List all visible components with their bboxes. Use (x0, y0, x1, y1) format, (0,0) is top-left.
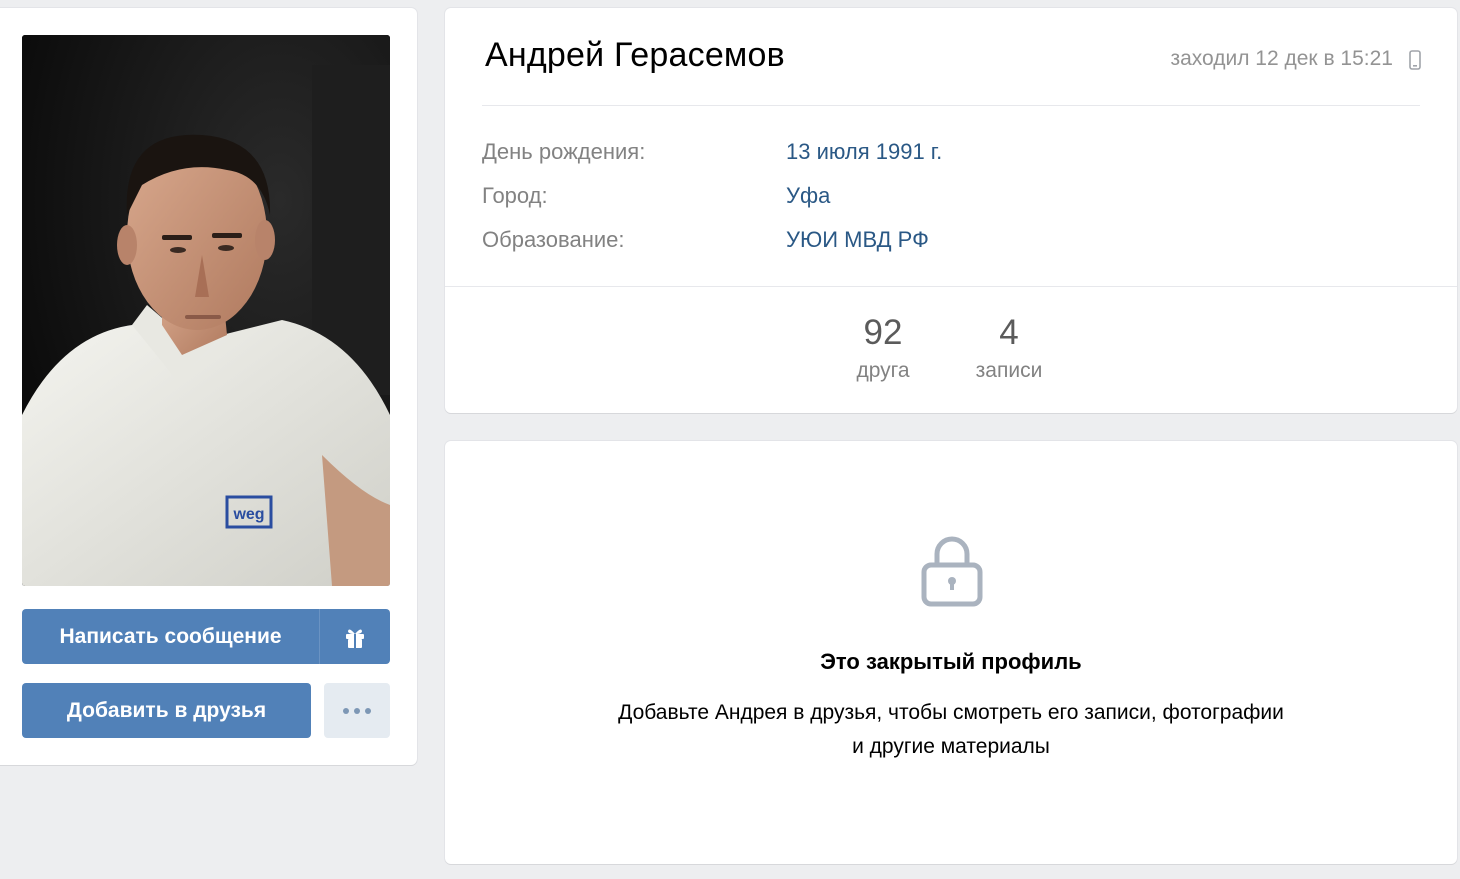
profile-info-card: Андрей Герасемов заходил 12 дек в 15:21 … (445, 8, 1457, 413)
friends-counter[interactable]: 92 друга (828, 313, 938, 383)
write-message-button[interactable]: Написать сообщение (22, 609, 319, 664)
write-message-label: Написать сообщение (59, 624, 282, 648)
closed-profile-description: Добавьте Андрея в друзья, чтобы смотреть… (618, 701, 1284, 758)
closed-profile-title: Это закрытый профиль (820, 649, 1082, 674)
closed-profile-card: Это закрытый профиль Добавьте Андрея в д… (445, 441, 1457, 864)
education-label: Образование: (482, 227, 625, 252)
education-value[interactable]: УЮИ МВД РФ (786, 227, 929, 253)
send-gift-button[interactable] (319, 609, 390, 664)
friends-count: 92 (863, 313, 903, 352)
profile-photo-card: weg Написать сообщение Добавить в друзья (0, 8, 417, 765)
posts-counter[interactable]: 4 записи (954, 313, 1064, 383)
add-friend-button[interactable]: Добавить в друзья (22, 683, 311, 738)
friends-label: друга (856, 359, 910, 382)
more-dots-icon (341, 707, 374, 714)
last-seen-status: заходил 12 дек в 15:21 (1170, 47, 1393, 70)
posts-count: 4 (999, 313, 1019, 352)
mobile-phone-icon (1409, 50, 1421, 70)
birthday-value[interactable]: 13 июля 1991 г. (786, 139, 942, 165)
city-value[interactable]: Уфа (786, 183, 830, 209)
posts-label: записи (975, 359, 1043, 382)
divider (482, 105, 1420, 106)
profile-photo[interactable]: weg (22, 35, 390, 586)
profile-name: Андрей Герасемов (485, 36, 785, 74)
shirt-logo-text: weg (232, 506, 264, 523)
add-friend-label: Добавить в друзья (66, 698, 267, 722)
city-label: Город: (482, 183, 548, 208)
gift-icon (346, 629, 364, 648)
birthday-label: День рождения: (482, 139, 646, 164)
divider (445, 286, 1457, 287)
more-actions-button[interactable] (324, 683, 390, 738)
lock-icon (921, 536, 983, 607)
